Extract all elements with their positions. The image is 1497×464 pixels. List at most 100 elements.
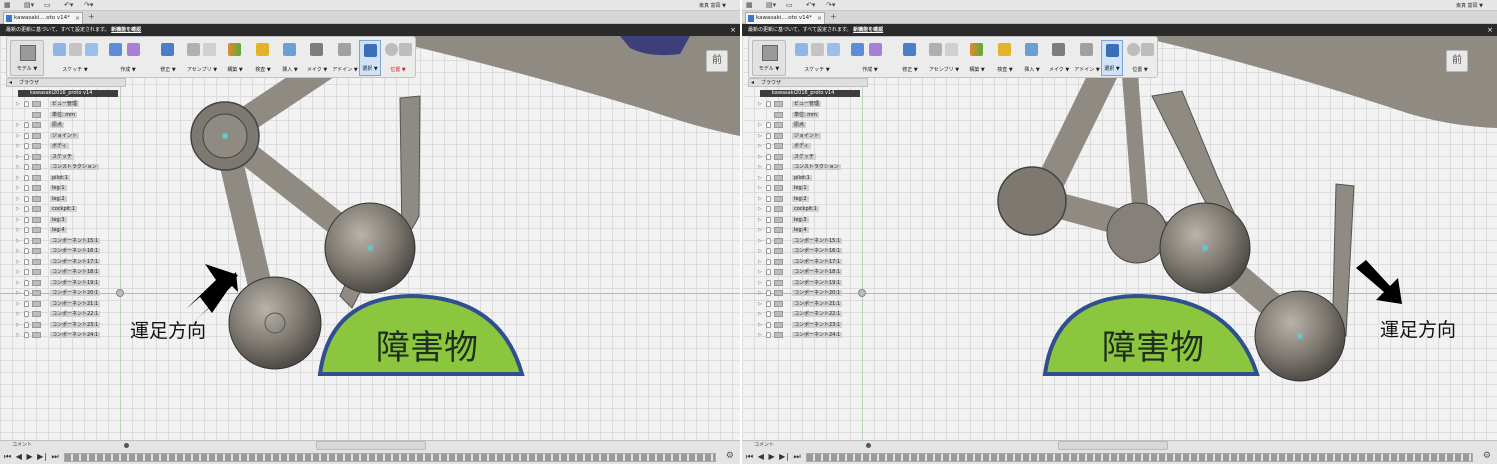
expand-icon[interactable]: ▷ <box>16 194 20 204</box>
timeline-settings-icon[interactable]: ⚙ <box>726 451 734 461</box>
tree-item[interactable]: ▷ コンストラクション <box>758 162 868 173</box>
visibility-bulb-icon[interactable] <box>24 311 29 317</box>
tree-item[interactable]: ▷ leg:1 <box>16 183 126 194</box>
create-group[interactable]: 作成 ▼ <box>105 40 151 76</box>
navigation-bar[interactable] <box>316 441 426 450</box>
timeline-track[interactable] <box>64 453 716 462</box>
tree-item[interactable]: ▷ コンポーネント17:1 <box>758 257 868 268</box>
expand-icon[interactable]: ▷ <box>758 267 762 277</box>
visibility-bulb-icon[interactable] <box>766 164 771 170</box>
expand-icon[interactable]: ▷ <box>16 99 20 109</box>
tree-item[interactable]: ▷ コンポーネント22:1 <box>16 309 126 320</box>
tree-item[interactable]: ▷ コンポーネント24:1 <box>16 330 126 341</box>
expand-icon[interactable]: ▷ <box>758 309 762 319</box>
visibility-bulb-icon[interactable] <box>24 185 29 191</box>
workspace-switcher[interactable]: モデル ▼ <box>752 40 786 76</box>
construct-group[interactable]: 構築 ▼ <box>963 40 991 76</box>
visibility-bulb-icon[interactable] <box>24 258 29 265</box>
expand-icon[interactable]: ▷ <box>758 194 762 204</box>
visibility-bulb-icon[interactable] <box>24 195 29 202</box>
visibility-bulb-icon[interactable] <box>766 248 771 254</box>
expand-icon[interactable]: ▷ <box>758 204 762 214</box>
visibility-bulb-icon[interactable] <box>766 258 771 265</box>
visibility-bulb-icon[interactable] <box>766 237 771 244</box>
visibility-bulb-icon[interactable] <box>766 185 771 191</box>
expand-icon[interactable]: ▷ <box>758 131 762 141</box>
close-tab-icon[interactable]: × <box>75 13 80 24</box>
tree-item[interactable]: ▷ leg:2 <box>758 194 868 205</box>
tree-item[interactable]: ▷ 原点 <box>16 120 126 131</box>
expand-icon[interactable]: ▷ <box>16 173 20 183</box>
timeline-track[interactable] <box>806 453 1473 462</box>
visibility-bulb-icon[interactable] <box>766 311 771 317</box>
assemble-group[interactable]: アセンブリ ▼ <box>183 40 221 76</box>
tree-item[interactable]: ▷ コンストラクション <box>16 162 126 173</box>
expand-icon[interactable]: ▷ <box>758 320 762 330</box>
previous-view-button[interactable]: 前 <box>1446 50 1468 72</box>
tree-item[interactable]: ▷ コンポーネント24:1 <box>758 330 868 341</box>
tree-item[interactable]: ▷ コンポーネント15:1 <box>16 236 126 247</box>
tree-item[interactable]: 単位: mm <box>16 110 126 121</box>
tree-item[interactable]: ▷ コンポーネント18:1 <box>16 267 126 278</box>
modify-group[interactable]: 修正 ▼ <box>153 40 183 76</box>
tree-item[interactable]: ▷ コンポーネント20:1 <box>758 288 868 299</box>
visibility-bulb-icon[interactable] <box>766 153 771 160</box>
visibility-bulb-icon[interactable] <box>766 300 771 307</box>
tree-item[interactable]: ▷ leg:1 <box>758 183 868 194</box>
visibility-bulb-icon[interactable] <box>766 122 771 128</box>
visibility-bulb-icon[interactable] <box>24 174 29 181</box>
visibility-bulb-icon[interactable] <box>766 195 771 202</box>
create-group[interactable]: 作成 ▼ <box>847 40 893 76</box>
timeline-settings-icon[interactable]: ⚙ <box>1483 451 1491 461</box>
visibility-bulb-icon[interactable] <box>766 227 771 233</box>
tree-item[interactable]: ▷ コンポーネント17:1 <box>16 257 126 268</box>
tree-item[interactable]: ▷ leg:2 <box>16 194 126 205</box>
sketch-group[interactable]: スケッチ ▼ <box>49 40 101 76</box>
expand-icon[interactable]: ▷ <box>16 141 20 151</box>
make-group[interactable]: メイク ▼ <box>303 40 331 76</box>
notice-close-button[interactable]: × <box>1487 24 1493 36</box>
tree-item[interactable]: ▷ ジョイント <box>758 131 868 142</box>
sketch-group[interactable]: スケッチ ▼ <box>791 40 843 76</box>
visibility-bulb-icon[interactable] <box>24 216 29 223</box>
expand-icon[interactable]: ▷ <box>16 257 20 267</box>
visibility-bulb-icon[interactable] <box>24 164 29 170</box>
expand-icon[interactable]: ▷ <box>16 299 20 309</box>
visibility-bulb-icon[interactable] <box>766 143 771 149</box>
tree-item[interactable]: ▷ コンポーネント16:1 <box>758 246 868 257</box>
previous-view-button[interactable]: 前 <box>706 50 728 72</box>
expand-icon[interactable]: ▷ <box>16 309 20 319</box>
expand-icon[interactable]: ▷ <box>758 299 762 309</box>
visibility-bulb-icon[interactable] <box>766 332 771 338</box>
browser-collapse-icon[interactable]: ◂ <box>751 79 754 87</box>
expand-icon[interactable]: ▷ <box>16 120 20 130</box>
modify-group[interactable]: 修正 ▼ <box>895 40 925 76</box>
expand-icon[interactable]: ▷ <box>16 162 20 172</box>
addins-group[interactable]: アドイン ▼ <box>331 40 359 76</box>
visibility-bulb-icon[interactable] <box>24 143 29 149</box>
visibility-bulb-icon[interactable] <box>24 206 29 212</box>
comment-add-icon[interactable] <box>866 443 871 448</box>
browser-root-node[interactable]: kawasaki2016_proto v14 <box>10 89 122 98</box>
whats-new-link[interactable]: 新機能を確認 <box>111 27 141 33</box>
tree-item[interactable]: ▷ pilot:1 <box>758 173 868 184</box>
insert-group[interactable]: 挿入 ▼ <box>277 40 303 76</box>
expand-icon[interactable]: ▷ <box>16 204 20 214</box>
tree-item[interactable]: ▷ ボディ <box>16 141 126 152</box>
construct-group[interactable]: 構築 ▼ <box>221 40 249 76</box>
tree-item[interactable]: ▷ ビュー管理 <box>16 99 126 110</box>
expand-icon[interactable]: ▷ <box>758 246 762 256</box>
file-menu-icon[interactable]: ▤▾ <box>766 1 776 9</box>
expand-icon[interactable]: ▷ <box>758 330 762 340</box>
visibility-bulb-icon[interactable] <box>24 321 29 328</box>
document-tab[interactable]: kawasaki....oto v14* × <box>745 12 825 24</box>
tree-item[interactable]: ▷ コンポーネント21:1 <box>758 299 868 310</box>
new-tab-button[interactable]: + <box>88 12 95 21</box>
inspect-group[interactable]: 検査 ▼ <box>249 40 277 76</box>
tree-item[interactable]: ▷ コンポーネント15:1 <box>758 236 868 247</box>
comment-add-icon[interactable] <box>124 443 129 448</box>
position-group[interactable]: 位置 ▼ <box>1125 40 1155 76</box>
expand-icon[interactable]: ▷ <box>758 257 762 267</box>
expand-icon[interactable]: ▷ <box>16 152 20 162</box>
tree-item[interactable]: ▷ ビュー管理 <box>758 99 868 110</box>
